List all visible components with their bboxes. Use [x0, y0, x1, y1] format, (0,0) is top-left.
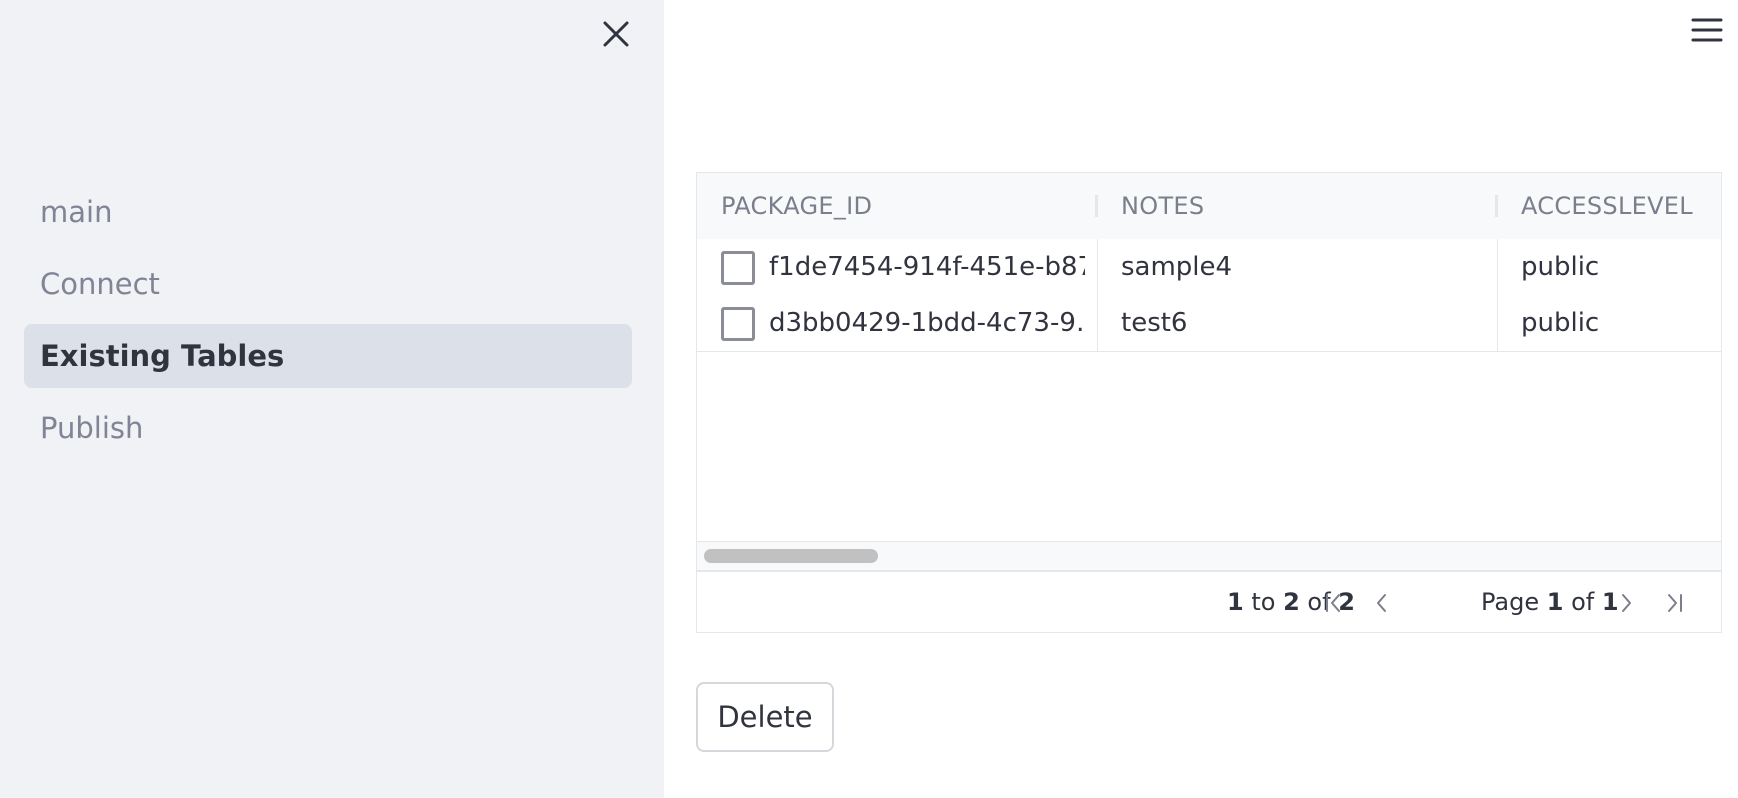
row-range-start: 1: [1227, 588, 1244, 616]
data-grid: PACKAGE_ID NOTES ACCESSLEVEL f1de7454-91…: [696, 172, 1722, 633]
sidebar-item-existing-tables[interactable]: Existing Tables: [24, 324, 632, 388]
first-page-button[interactable]: [1319, 588, 1349, 618]
horizontal-scrollbar[interactable]: [697, 541, 1721, 572]
next-page-icon: [1622, 594, 1631, 612]
sidebar-item-label: main: [40, 195, 113, 229]
cell-notes: sample4: [1121, 251, 1233, 282]
column-header-accesslevel[interactable]: ACCESSLEVEL: [1521, 173, 1693, 239]
next-page-button[interactable]: [1611, 588, 1641, 618]
grid-header: PACKAGE_ID NOTES ACCESSLEVEL: [697, 173, 1721, 240]
cell-notes: test6: [1121, 307, 1188, 338]
column-divider: [1097, 295, 1098, 351]
page-of-word: of: [1571, 588, 1595, 616]
sidebar-item-label: Publish: [40, 411, 144, 445]
first-page-icon: [1326, 594, 1340, 612]
current-page: 1: [1546, 588, 1564, 616]
page-indicator: Page 1 of 1: [1481, 571, 1619, 632]
row-range-end: 2: [1283, 588, 1300, 616]
delete-button[interactable]: Delete: [696, 682, 834, 752]
cell-accesslevel: public: [1521, 251, 1600, 282]
row-range-to-word: to: [1251, 588, 1276, 616]
cell-accesslevel: public: [1521, 307, 1600, 338]
page-word: Page: [1481, 588, 1540, 616]
sidebar-item-publish[interactable]: Publish: [24, 396, 632, 460]
prev-page-icon: [1377, 594, 1386, 612]
column-resize-handle[interactable]: [1095, 195, 1098, 217]
column-divider: [1097, 239, 1098, 295]
sidebar-item-label: Existing Tables: [40, 339, 285, 373]
column-divider: [1497, 239, 1498, 295]
column-divider: [1497, 295, 1498, 351]
table-row[interactable]: f1de7454-914f-451e-b87… sample4 public: [697, 239, 1721, 296]
row-checkbox[interactable]: [721, 251, 755, 285]
close-icon: [603, 21, 629, 47]
hamburger-icon: [1691, 18, 1723, 42]
sidebar-item-label: Connect: [40, 267, 160, 301]
cell-package-id: d3bb0429-1bdd-4c73-9…: [769, 307, 1085, 338]
sidebar-nav: main Connect Existing Tables Publish: [24, 180, 632, 468]
last-page-button[interactable]: [1659, 588, 1689, 618]
sidebar: main Connect Existing Tables Publish: [0, 0, 664, 798]
table-row[interactable]: d3bb0429-1bdd-4c73-9… test6 public: [697, 295, 1721, 352]
scrollbar-thumb[interactable]: [704, 549, 878, 563]
column-header-notes[interactable]: NOTES: [1121, 173, 1204, 239]
close-sidebar-button[interactable]: [598, 16, 634, 52]
last-page-icon: [1668, 594, 1682, 612]
column-header-package-id[interactable]: PACKAGE_ID: [721, 173, 872, 239]
sidebar-item-connect[interactable]: Connect: [24, 252, 632, 316]
sidebar-item-main[interactable]: main: [24, 180, 632, 244]
previous-page-button[interactable]: [1367, 588, 1397, 618]
pagination-bar: 1 to 2 of 2 Page 1 of 1: [697, 571, 1721, 632]
cell-package-id: f1de7454-914f-451e-b87…: [769, 251, 1085, 282]
column-resize-handle[interactable]: [1495, 195, 1498, 217]
row-checkbox[interactable]: [721, 307, 755, 341]
main-menu-button[interactable]: [1688, 14, 1726, 46]
